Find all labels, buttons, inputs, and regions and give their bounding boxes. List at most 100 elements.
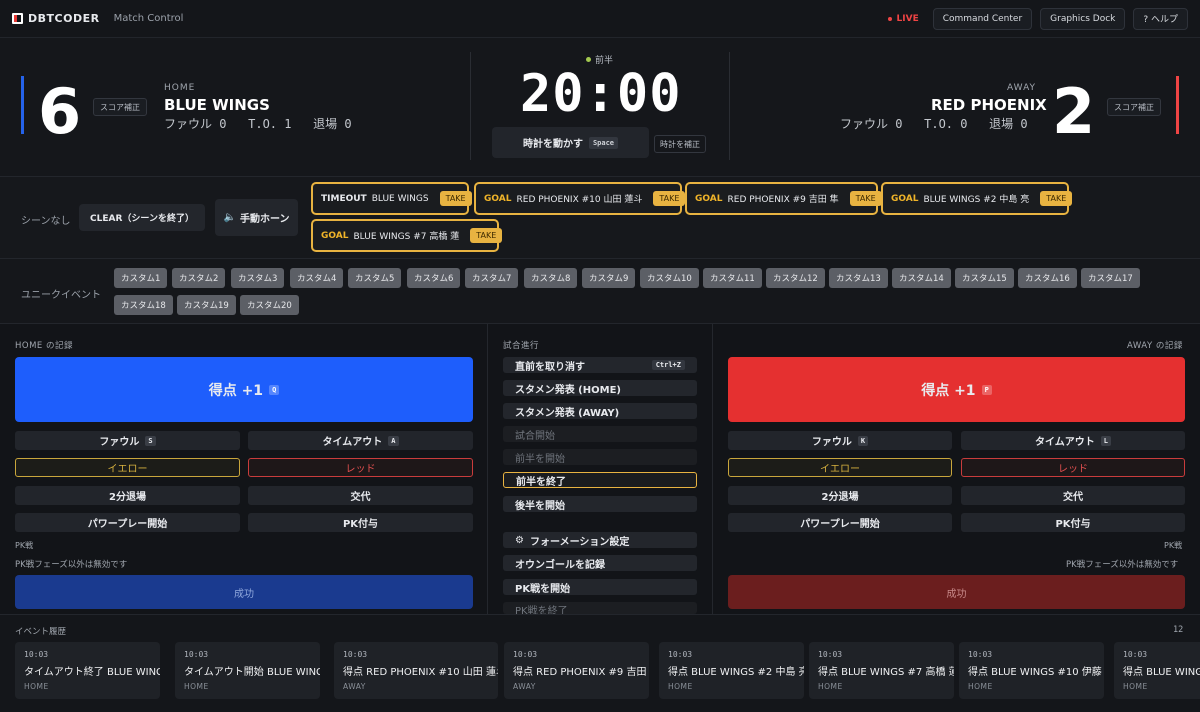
home-team-name: BLUE WINGS	[164, 96, 270, 114]
first-half-end-button[interactable]: 前半を終了	[503, 472, 697, 488]
away-substitution-button[interactable]: 交代	[961, 486, 1185, 505]
take-button[interactable]: TAKE	[470, 228, 503, 243]
away-panel-label: AWAY の記録	[1127, 341, 1183, 351]
away-suspension-button[interactable]: 2分退場	[728, 486, 952, 505]
custom-event-button[interactable]: カスタム4	[290, 268, 344, 288]
home-pk-note: PK戦フェーズ以外は無効です	[15, 560, 128, 570]
custom-event-button[interactable]: カスタム8	[524, 268, 578, 288]
custom-event-button[interactable]: カスタム10	[640, 268, 699, 288]
cue-goal[interactable]: GOAL RED PHOENIX #10 山田 蓮斗 TAKE	[474, 182, 686, 215]
home-yellow-card-button[interactable]: イエロー	[15, 458, 240, 477]
shortcut-key: P	[981, 384, 992, 395]
home-powerplay-button[interactable]: パワープレー開始	[15, 513, 240, 532]
home-goal-button[interactable]: 得点 +1 Q	[15, 357, 473, 422]
away-goal-button[interactable]: 得点 +1 P	[728, 357, 1185, 422]
lineup-away-button[interactable]: スタメン発表 (AWAY)	[503, 403, 697, 419]
cue-timeout[interactable]: TIMEOUT BLUE WINGS TAKE	[311, 182, 472, 215]
custom-event-button[interactable]: カスタム13	[829, 268, 888, 288]
away-pk-button[interactable]: PK付与	[961, 513, 1185, 532]
pk-start-button[interactable]: PK戦を開始	[503, 579, 697, 595]
cue-goal[interactable]: GOAL BLUE WINGS #7 高橋 蓮 TAKE	[311, 219, 503, 252]
help-button[interactable]: ? ヘルプ	[1133, 7, 1188, 30]
history-item[interactable]: 10:03 得点 RED PHOENIX #10 山田 蓮斗 AWAY	[334, 642, 498, 699]
shortcut-key: K	[857, 435, 869, 446]
custom-event-button[interactable]: カスタム16	[1018, 268, 1077, 288]
custom-event-button[interactable]: カスタム20	[240, 295, 299, 315]
history-item[interactable]: 10:03 得点 BLUE WINGS #7 高橋 蓮 HOME	[809, 642, 954, 699]
away-powerplay-button[interactable]: パワープレー開始	[728, 513, 952, 532]
cue-goal[interactable]: GOAL RED PHOENIX #9 吉田 隼 TAKE	[685, 182, 882, 215]
formation-button[interactable]: ⚙ フォーメーション設定	[503, 532, 697, 548]
pk-end-button[interactable]: PK戦を終了	[503, 602, 697, 614]
away-score-adjust-button[interactable]: スコア補正	[1107, 98, 1161, 116]
home-pk-success-button[interactable]: 成功	[15, 575, 473, 609]
custom-event-button[interactable]: カスタム3	[231, 268, 285, 288]
custom-event-button[interactable]: カスタム11	[703, 268, 762, 288]
custom-event-button[interactable]: カスタム15	[955, 268, 1014, 288]
home-side-label: HOME	[164, 83, 196, 93]
custom-event-button[interactable]: カスタム6	[407, 268, 461, 288]
own-goal-button[interactable]: オウンゴールを記録	[503, 555, 697, 571]
history-item[interactable]: 10:03 タイムアウト開始 BLUE WINGS HOME	[175, 642, 320, 699]
shortcut-key: S	[145, 435, 156, 446]
live-dot-icon	[887, 16, 892, 21]
shortcut-key: Ctrl+Z	[651, 360, 685, 370]
home-stats: ファウル 0 T.O. 1 退場 0	[164, 117, 352, 131]
scene-status: シーンなし	[21, 216, 71, 227]
home-suspension-button[interactable]: 2分退場	[15, 486, 240, 505]
away-foul-button[interactable]: ファウル K	[728, 431, 952, 450]
undo-button[interactable]: 直前を取り消す Ctrl+Z	[503, 357, 697, 373]
custom-event-button[interactable]: カスタム19	[177, 295, 236, 315]
live-indicator: LIVE	[887, 14, 919, 24]
first-half-start-button[interactable]: 前半を開始	[503, 449, 697, 465]
away-red-card-button[interactable]: レッド	[961, 458, 1185, 477]
unique-events-label: ユニークイベント	[21, 290, 101, 301]
shortcut-key: A	[388, 435, 399, 446]
custom-event-button[interactable]: カスタム9	[582, 268, 636, 288]
away-stats: ファウル 0 T.O. 0 退場 0	[840, 117, 1028, 131]
divider	[729, 52, 730, 160]
home-red-card-button[interactable]: レッド	[248, 458, 473, 477]
home-pk-button[interactable]: PK付与	[248, 513, 473, 532]
app-logo: DBTCODER	[28, 12, 100, 25]
away-yellow-card-button[interactable]: イエロー	[728, 458, 952, 477]
logo-icon	[12, 13, 23, 24]
lineup-home-button[interactable]: スタメン発表 (HOME)	[503, 380, 697, 396]
home-foul-button[interactable]: ファウル S	[15, 431, 240, 450]
history-item[interactable]: 10:03 得点 RED PHOENIX #9 吉田 隼 AWAY	[504, 642, 649, 699]
custom-event-button[interactable]: カスタム5	[348, 268, 402, 288]
take-button[interactable]: TAKE	[653, 191, 686, 206]
history-item[interactable]: 10:03 得点 BLUE WINGS #2 中島 亮 HOME	[659, 642, 804, 699]
second-half-start-button[interactable]: 後半を開始	[503, 496, 697, 512]
custom-event-button[interactable]: カスタム18	[114, 295, 173, 315]
custom-event-button[interactable]: カスタム1	[114, 268, 168, 288]
history-item[interactable]: 10:03 得点 BLUE WINGS HOME	[1114, 642, 1200, 699]
away-timeout-button[interactable]: タイムアウト L	[961, 431, 1185, 450]
clear-scene-button[interactable]: CLEAR（シーンを終了）	[79, 204, 205, 231]
home-timeout-button[interactable]: タイムアウト A	[248, 431, 473, 450]
divider	[487, 324, 488, 614]
history-count: 12	[1173, 625, 1184, 635]
custom-event-button[interactable]: カスタム17	[1081, 268, 1140, 288]
graphics-dock-button[interactable]: Graphics Dock	[1040, 7, 1126, 30]
away-pk-success-button[interactable]: 成功	[728, 575, 1185, 609]
home-score-adjust-button[interactable]: スコア補正	[93, 98, 147, 116]
shortcut-key: Space	[588, 136, 619, 149]
take-button[interactable]: TAKE	[1040, 191, 1073, 206]
custom-event-button[interactable]: カスタム12	[766, 268, 825, 288]
custom-event-button[interactable]: カスタム14	[892, 268, 951, 288]
custom-event-button[interactable]: カスタム7	[465, 268, 519, 288]
home-panel-label: HOME の記録	[15, 341, 73, 351]
custom-event-button[interactable]: カスタム2	[172, 268, 226, 288]
take-button[interactable]: TAKE	[439, 191, 472, 206]
match-start-button[interactable]: 試合開始	[503, 426, 697, 442]
home-substitution-button[interactable]: 交代	[248, 486, 473, 505]
history-item[interactable]: 10:03 得点 BLUE WINGS #10 伊藤 陸 HOME	[959, 642, 1104, 699]
clock-adjust-button[interactable]: 時計を補正	[654, 135, 706, 153]
command-center-button[interactable]: Command Center	[932, 7, 1033, 30]
cue-goal[interactable]: GOAL BLUE WINGS #2 中島 亮 TAKE	[881, 182, 1073, 215]
manual-horn-button[interactable]: 🔈 手動ホーン	[215, 199, 298, 236]
history-item[interactable]: 10:03 タイムアウト終了 BLUE WINGS HOME	[15, 642, 160, 699]
start-clock-button[interactable]: 時計を動かす Space	[492, 127, 649, 158]
take-button[interactable]: TAKE	[849, 191, 882, 206]
